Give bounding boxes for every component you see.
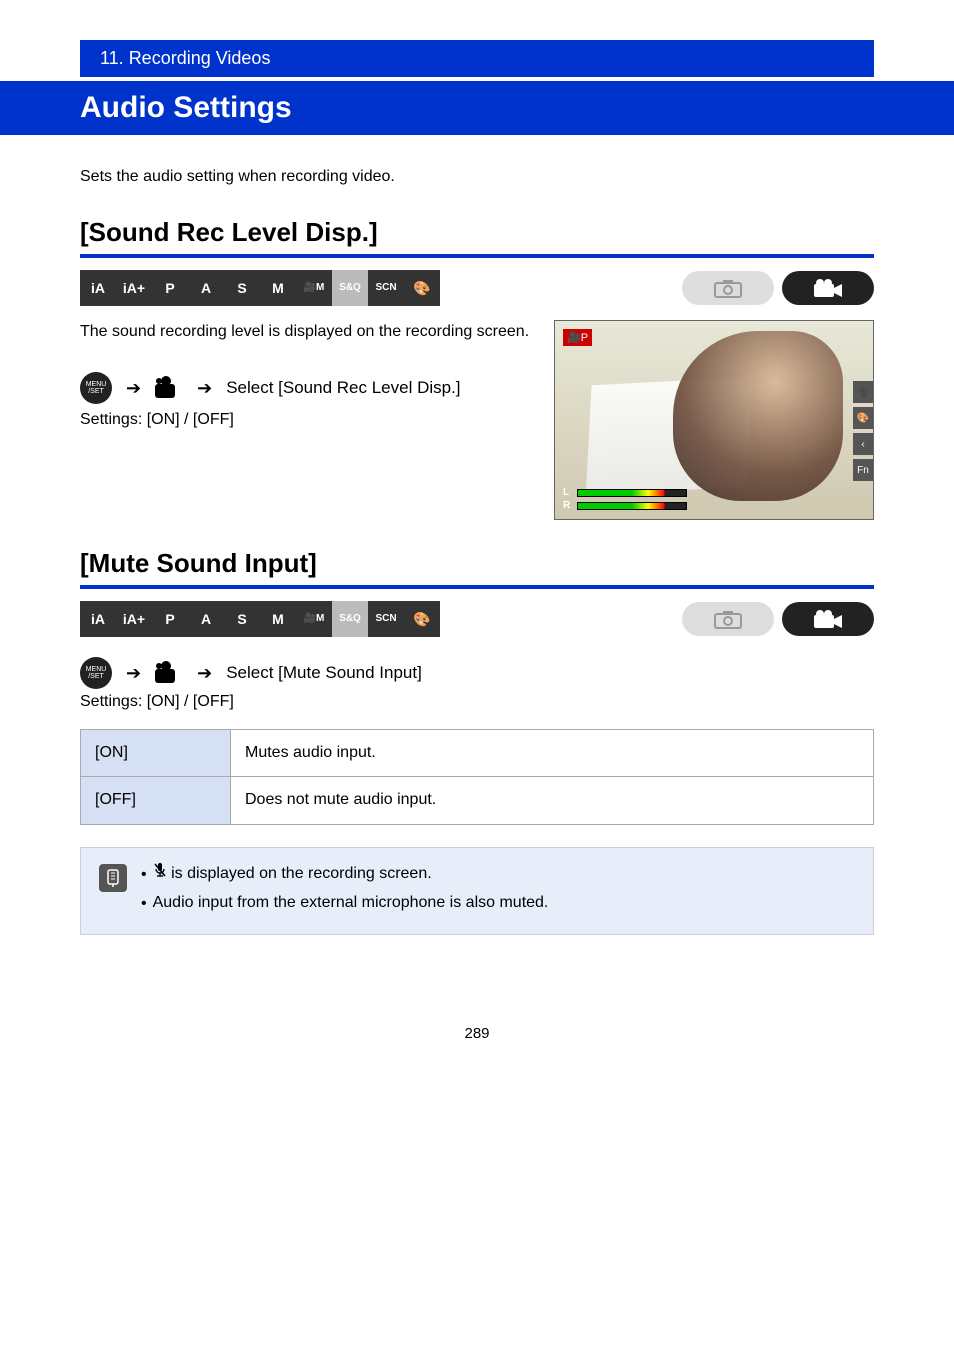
arrow-icon: ➔ [197, 663, 212, 684]
page-number: 289 [80, 1025, 874, 1042]
table-cell-off-desc: Does not mute audio input. [231, 777, 874, 824]
bullet-dot: • [141, 863, 147, 887]
menu-btn-line1: MENU [86, 666, 107, 673]
preview-screenshot: 🎥P 🎥 🎨 ‹ Fn L R [554, 320, 874, 520]
video-mode-icon [782, 602, 874, 636]
rec-mode-icon: 🎥P [563, 329, 592, 346]
table-row: [ON] Mutes audio input. [81, 730, 874, 777]
table-row: [OFF] Does not mute audio input. [81, 777, 874, 824]
page-title: Audio Settings [0, 81, 954, 135]
note1-text: is displayed on the recording screen. [171, 865, 432, 882]
table-cell-on: [ON] [81, 730, 231, 777]
mode-creative-icon: 🎨 [404, 601, 440, 637]
menu-set-icon: MENU /SET [80, 372, 112, 404]
mode-moviem-icon: 🎥M [296, 601, 332, 637]
side-tab-icon: 🎥 [853, 381, 873, 403]
mode-creative-icon: 🎨 [404, 270, 440, 306]
mode-row-1: iA iA+ P A S M 🎥M S&Q SCN 🎨 [80, 270, 874, 306]
video-mode-icon [782, 271, 874, 305]
movie-menu-icon [155, 663, 183, 683]
mode-iaplus-icon: iA+ [116, 270, 152, 306]
note-box: • is displayed on the recording screen. … [80, 847, 874, 935]
mode-sq-icon: S&Q [332, 601, 368, 637]
mode-ia-icon: iA [80, 270, 116, 306]
menu-btn-line2: /SET [88, 673, 104, 680]
menu-btn-line1: MENU [86, 381, 107, 388]
note-line-2: Audio input from the external microphone… [153, 891, 549, 916]
photo-mode-icon [682, 602, 774, 636]
mode-sq-icon: S&Q [332, 270, 368, 306]
mode-a-icon: A [188, 601, 224, 637]
sound-rec-body: The sound recording level is displayed o… [80, 320, 534, 344]
menu-set-icon: MENU /SET [80, 657, 112, 689]
mode-iaplus-icon: iA+ [116, 601, 152, 637]
table-cell-on-desc: Mutes audio input. [231, 730, 874, 777]
note-line-1: is displayed on the recording screen. [153, 862, 432, 887]
arrow-icon: ➔ [197, 375, 212, 402]
side-tab-icon: ‹ [853, 433, 873, 455]
menu-item-mute: Select [Mute Sound Input] [226, 663, 422, 683]
mute-table: [ON] Mutes audio input. [OFF] Does not m… [80, 729, 874, 825]
capture-icons-2 [682, 602, 874, 636]
menu-btn-line2: /SET [88, 388, 104, 395]
mute-settings: Settings: [ON] / [OFF] [80, 693, 874, 711]
mode-row-2: iA iA+ P A S M 🎥M S&Q SCN 🎨 [80, 601, 874, 637]
arrow-icon: ➔ [126, 375, 141, 402]
mode-ia-icon: iA [80, 601, 116, 637]
mode-scn-icon: SCN [368, 601, 404, 637]
mode-m-icon: M [260, 601, 296, 637]
section-sound-rec-title: [Sound Rec Level Disp.] [80, 217, 874, 258]
table-cell-off: [OFF] [81, 777, 231, 824]
mode-a-icon: A [188, 270, 224, 306]
mode-s-icon: S [224, 601, 260, 637]
mode-icons-1: iA iA+ P A S M 🎥M S&Q SCN 🎨 [80, 270, 440, 306]
capture-icons-1 [682, 271, 874, 305]
mode-p-icon: P [152, 601, 188, 637]
intro-text: Sets the audio setting when recording vi… [80, 165, 874, 189]
menu-path-2: MENU /SET ➔ ➔ Select [Mute Sound Input] [80, 657, 874, 689]
sound-rec-settings: Settings: [ON] / [OFF] [80, 408, 534, 432]
breadcrumb: 11. Recording Videos [80, 40, 874, 77]
movie-menu-icon [155, 378, 183, 398]
side-tab-fn-icon: Fn [853, 459, 873, 481]
mode-scn-icon: SCN [368, 270, 404, 306]
mode-p-icon: P [152, 270, 188, 306]
bullet-dot: • [141, 892, 147, 916]
audio-level-meter: L R [563, 487, 687, 511]
mic-muted-icon [153, 862, 167, 886]
photo-mode-icon [682, 271, 774, 305]
arrow-icon: ➔ [126, 663, 141, 684]
mode-m-icon: M [260, 270, 296, 306]
menu-path-1: MENU /SET ➔ ➔ Select [Sound Rec Level Di… [80, 372, 534, 404]
menu-item-sound-rec: Select [Sound Rec Level Disp.] [226, 375, 460, 401]
mode-icons-2: iA iA+ P A S M 🎥M S&Q SCN 🎨 [80, 601, 440, 637]
side-tab-icon: 🎨 [853, 407, 873, 429]
section-mute-title: [Mute Sound Input] [80, 548, 874, 589]
mode-s-icon: S [224, 270, 260, 306]
note-icon [99, 864, 127, 892]
mode-moviem-icon: 🎥M [296, 270, 332, 306]
